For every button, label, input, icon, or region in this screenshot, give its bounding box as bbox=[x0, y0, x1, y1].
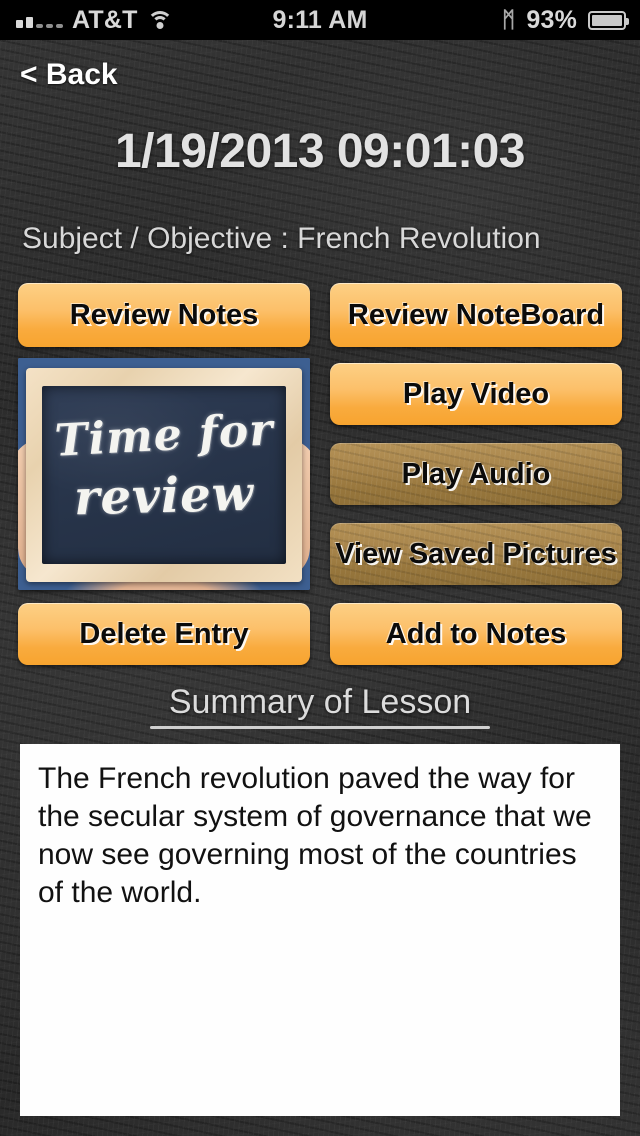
status-bar: AT&T 9:11 AM ᛗ 93% bbox=[0, 0, 640, 40]
slate-surface: Time for review bbox=[42, 386, 286, 564]
delete-entry-button[interactable]: Delete Entry bbox=[18, 603, 310, 665]
back-button[interactable]: < Back bbox=[20, 58, 118, 92]
add-to-notes-button[interactable]: Add to Notes bbox=[330, 603, 622, 665]
summary-of-lesson-title: Summary of Lesson bbox=[168, 683, 472, 721]
view-saved-pictures-button[interactable]: View Saved Pictures bbox=[330, 523, 622, 585]
play-audio-button[interactable]: Play Audio bbox=[330, 443, 622, 505]
entry-datetime: 1/19/2013 09:01:03 bbox=[114, 125, 526, 178]
app-screen: AT&T 9:11 AM ᛗ 93% < Back 1/19/2013 09:0… bbox=[0, 0, 640, 1136]
review-noteboard-button[interactable]: Review NoteBoard bbox=[330, 283, 622, 347]
status-bar-clock: 9:11 AM bbox=[272, 5, 368, 34]
chalk-text-line2: review bbox=[73, 465, 255, 527]
play-video-button[interactable]: Play Video bbox=[330, 363, 622, 425]
slate-wooden-frame: Time for review bbox=[26, 368, 302, 582]
chalk-text-line1: Time for bbox=[53, 404, 275, 467]
summary-text-content: The French revolution paved the way for … bbox=[38, 762, 592, 910]
summary-title-underline bbox=[150, 726, 490, 729]
review-notes-button[interactable]: Review Notes bbox=[18, 283, 310, 347]
battery-icon bbox=[588, 10, 629, 30]
summary-text-box[interactable]: The French revolution paved the way for … bbox=[20, 744, 620, 1116]
subject-objective-label: Subject / Objective : French Revolution bbox=[22, 222, 541, 255]
lesson-thumbnail-image[interactable]: Time for review bbox=[18, 358, 310, 590]
